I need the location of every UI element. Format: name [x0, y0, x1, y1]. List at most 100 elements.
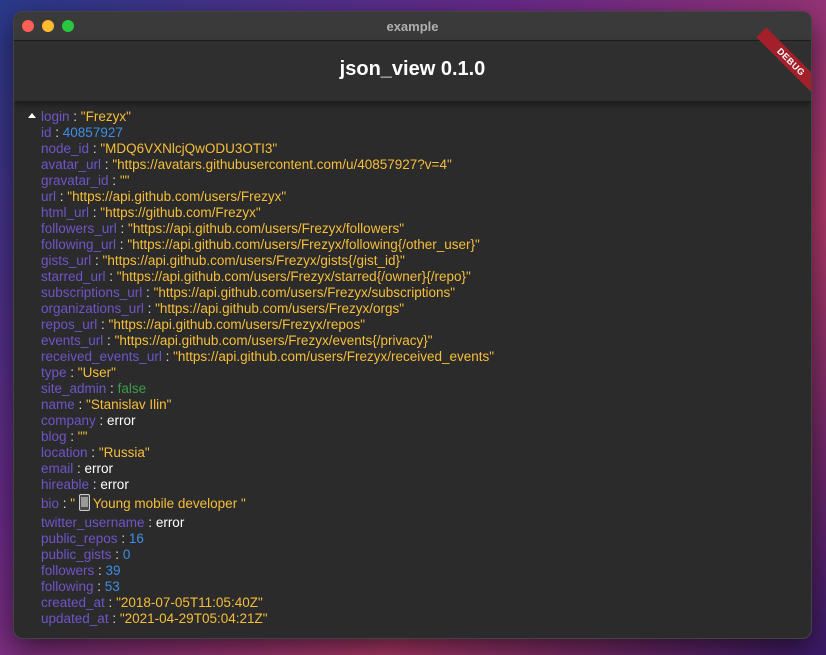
- json-row-html-url: html_url : "https://github.com/Frezyx": [28, 205, 811, 221]
- json-value: 39: [105, 563, 121, 578]
- json-colon: :: [95, 413, 108, 428]
- json-key: repos_url: [41, 317, 98, 332]
- json-key: login: [41, 109, 70, 124]
- json-colon: :: [143, 301, 156, 316]
- json-colon: :: [117, 531, 129, 546]
- json-view: login : "Frezyx" id : 40857927 node_id : "…: [14, 101, 811, 627]
- json-value: "https://api.github.com/users/Frezyx/sub…: [153, 285, 456, 300]
- json-row-site-admin: site_admin : false: [28, 381, 811, 397]
- json-key: bio: [41, 496, 60, 511]
- json-value: "https://avatars.githubusercontent.com/u…: [112, 157, 452, 172]
- json-colon: :: [104, 595, 117, 610]
- json-row-subscriptions-url: subscriptions_url : "https://api.github.…: [28, 285, 811, 301]
- json-row-node-id: node_id : "MDQ6VXNlcjQwODU3OTI3": [28, 141, 811, 157]
- json-row-url: url : "https://api.github.com/users/Frez…: [28, 189, 811, 205]
- json-colon: :: [94, 563, 106, 578]
- json-value: "https://api.github.com/users/Frezyx/rep…: [108, 317, 365, 332]
- json-row-type: type : "User": [28, 365, 811, 381]
- json-value: ": [70, 496, 79, 511]
- json-colon: :: [116, 221, 129, 236]
- json-value: "MDQ6VXNlcjQwODU3OTI3": [100, 141, 278, 156]
- json-colon: :: [161, 349, 174, 364]
- json-key: company: [41, 413, 96, 428]
- json-colon: :: [89, 141, 101, 156]
- json-key: html_url: [41, 205, 90, 220]
- json-value: "https://api.github.com/users/Frezyx/gis…: [102, 253, 405, 268]
- json-colon: :: [142, 285, 154, 300]
- json-value: 40857927: [62, 125, 123, 140]
- json-value: error: [84, 461, 114, 476]
- json-row-public-repos: public_repos : 16: [28, 531, 811, 547]
- window-titlebar[interactable]: example: [14, 12, 811, 41]
- json-key: public_repos: [41, 531, 118, 546]
- json-colon: :: [116, 237, 128, 252]
- app-bar-title: json_view 0.1.0: [339, 58, 486, 80]
- json-row-following-url: following_url : "https://api.github.com/…: [28, 237, 811, 253]
- json-colon: :: [66, 365, 78, 380]
- json-colon: :: [105, 269, 117, 284]
- json-row-followers: followers : 39: [28, 563, 811, 579]
- json-key: twitter_username: [41, 515, 145, 530]
- json-colon: :: [89, 477, 101, 492]
- json-key: site_admin: [41, 381, 107, 396]
- json-value: false: [117, 381, 147, 396]
- json-colon: :: [108, 611, 120, 626]
- json-colon: :: [101, 157, 113, 172]
- json-value: "Russia": [98, 445, 150, 460]
- json-value: "Frezyx": [80, 109, 131, 124]
- json-row-received-events-url: received_events_url : "https://api.githu…: [28, 349, 811, 365]
- json-key: gists_url: [41, 253, 92, 268]
- json-row-name: name : "Stanislav Ilin": [28, 397, 811, 413]
- json-row-following: following : 53: [28, 579, 811, 595]
- json-value: "https://api.github.com/users/Frezyx/org…: [155, 301, 405, 316]
- json-value-continued: Young mobile developer ": [92, 496, 246, 511]
- json-row-login[interactable]: login : "Frezyx": [28, 109, 811, 125]
- json-value: "": [77, 429, 88, 444]
- json-key: starred_url: [41, 269, 106, 284]
- json-row-gravatar-id: gravatar_id : "": [28, 173, 811, 189]
- json-key: type: [41, 365, 67, 380]
- json-key: name: [41, 397, 75, 412]
- json-key: received_events_url: [41, 349, 162, 364]
- json-row-twitter-username: twitter_username : error: [28, 515, 811, 531]
- json-value: "https://api.github.com/users/Frezyx/fol…: [127, 237, 480, 252]
- json-key: created_at: [41, 595, 105, 610]
- json-colon: :: [59, 496, 71, 511]
- app-window: example json_view 0.1.0 DEBUG login : "F…: [13, 11, 812, 639]
- json-value: error: [155, 515, 185, 530]
- json-value: "https://api.github.com/users/Frezyx/sta…: [116, 269, 471, 284]
- app-bar: json_view 0.1.0 DEBUG: [14, 27, 811, 101]
- json-value: "https://github.com/Frezyx": [100, 205, 261, 220]
- json-value: "": [119, 173, 130, 188]
- json-key: followers: [41, 563, 95, 578]
- json-value: error: [100, 477, 129, 492]
- json-value: 53: [104, 579, 120, 594]
- json-value: "2021-04-29T05:04:21Z": [119, 611, 268, 626]
- json-row-id: id : 40857927: [28, 125, 811, 141]
- json-colon: :: [111, 547, 123, 562]
- json-colon: :: [106, 381, 118, 396]
- json-value: "https://api.github.com/users/Frezyx/rec…: [173, 349, 495, 364]
- json-value: "Stanislav Ilin": [86, 397, 172, 412]
- json-row-hireable: hireable : error: [28, 477, 811, 493]
- collapse-caret-icon[interactable]: [28, 113, 36, 118]
- json-row-followers-url: followers_url : "https://api.github.com/…: [28, 221, 811, 237]
- json-key: following_url: [41, 237, 117, 252]
- json-key: blog: [41, 429, 67, 444]
- json-colon: :: [56, 189, 68, 204]
- json-value: "https://api.github.com/users/Frezyx/eve…: [114, 333, 433, 348]
- json-key: hireable: [41, 477, 90, 492]
- json-colon: :: [66, 429, 78, 444]
- json-row-gists-url: gists_url : "https://api.github.com/user…: [28, 253, 811, 269]
- json-colon: :: [51, 125, 63, 140]
- json-row-updated-at: updated_at : "2021-04-29T05:04:21Z": [28, 611, 811, 627]
- json-row-bio: bio : " Young mobile developer ": [28, 493, 811, 515]
- json-value: error: [107, 413, 136, 428]
- json-row-avatar-url: avatar_url : "https://avatars.githubuser…: [28, 157, 811, 173]
- json-colon: :: [93, 579, 105, 594]
- json-row-public-gists: public_gists : 0: [28, 547, 811, 563]
- json-row-organizations-url: organizations_url : "https://api.github.…: [28, 301, 811, 317]
- json-key: id: [41, 125, 52, 140]
- json-value: 0: [122, 547, 131, 562]
- json-row-email: email : error: [28, 461, 811, 477]
